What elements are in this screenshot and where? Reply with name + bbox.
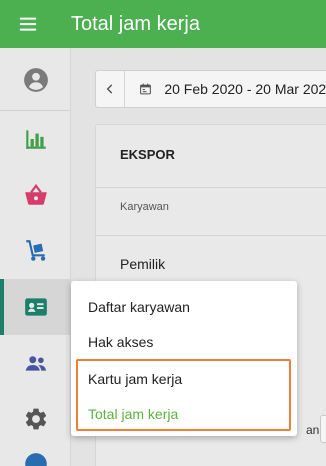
date-range-picker[interactable]: 20 Feb 2020 - 20 Mar 2020 — [95, 70, 326, 108]
sidebar-item-sales[interactable] — [0, 167, 71, 223]
shopping-basket-icon — [24, 183, 47, 205]
employee-submenu: Daftar karyawan Hak akses Kartu jam kerj… — [71, 281, 297, 436]
gear-icon — [25, 408, 46, 430]
date-range-label: 20 Feb 2020 - 20 Mar 2020 — [164, 81, 326, 97]
sidebar-item-employees[interactable] — [0, 279, 71, 335]
partial-select[interactable] — [320, 415, 326, 443]
previous-period-button[interactable] — [96, 71, 126, 107]
menu-item-timecards[interactable]: Kartu jam kerja — [88, 371, 182, 387]
sidebar-item-settings[interactable] — [0, 391, 71, 447]
sidebar-item-customers[interactable] — [0, 335, 71, 391]
sidebar-item-reports[interactable] — [0, 111, 71, 167]
menu-item-access-rights[interactable]: Hak akses — [88, 334, 153, 350]
sidebar-item-account[interactable] — [0, 52, 71, 108]
page-title: Total jam kerja — [71, 12, 200, 35]
menu-item-total-hours[interactable]: Total jam kerja — [88, 406, 178, 422]
hamburger-icon — [19, 17, 37, 31]
chevron-left-icon — [106, 84, 113, 94]
people-icon — [25, 356, 46, 371]
export-heading: EKSPOR — [120, 147, 175, 162]
owner-option[interactable]: Pemilik — [120, 256, 165, 272]
sidebar-item-help[interactable] — [0, 451, 71, 466]
sidebar-item-inventory[interactable] — [0, 223, 71, 279]
badge-icon — [24, 298, 47, 316]
employee-field-label: Karyawan — [120, 201, 169, 213]
account-circle-icon — [23, 68, 48, 92]
bar-chart-icon — [25, 130, 46, 149]
calendar-icon — [140, 83, 152, 95]
app-bar: Total jam kerja — [0, 0, 326, 48]
divider — [96, 235, 326, 236]
menu-item-employee-list[interactable]: Daftar karyawan — [88, 299, 190, 315]
divider — [96, 187, 326, 188]
menu-button[interactable] — [0, 0, 56, 48]
dolly-icon — [25, 240, 45, 261]
sidebar — [0, 48, 71, 466]
help-icon — [24, 453, 47, 466]
